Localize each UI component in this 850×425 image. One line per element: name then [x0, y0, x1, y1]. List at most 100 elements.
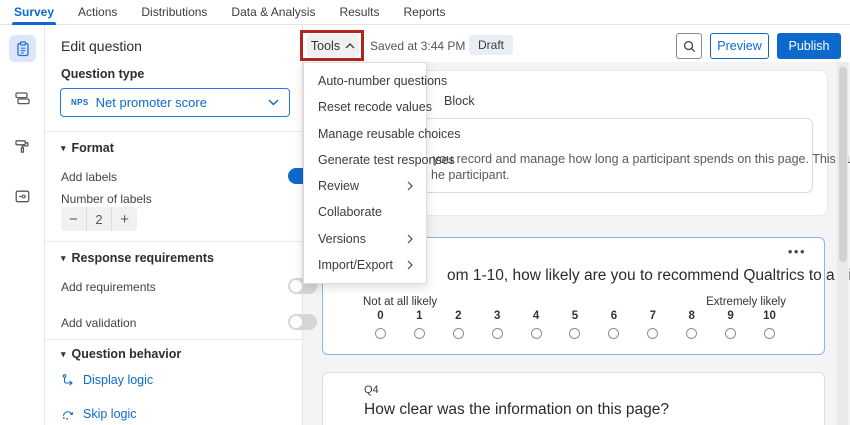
section-caret-icon: ▾: [61, 143, 66, 154]
tools-button[interactable]: Tools: [307, 34, 359, 57]
add-requirements-label: Add requirements: [61, 280, 156, 294]
menu-item-label: Review: [318, 179, 359, 193]
nav-item-reports[interactable]: Reports: [391, 0, 457, 25]
section-divider: [45, 339, 303, 340]
nps-scale-number: 9: [727, 310, 733, 322]
timing-description-line1: you record and manage how long a partici…: [433, 152, 850, 166]
paint-roller-icon: [14, 138, 31, 155]
nps-scale-option-8[interactable]: 8: [672, 310, 711, 339]
nps-radio-button[interactable]: [414, 328, 425, 339]
survey-builder-icon[interactable]: [9, 35, 36, 62]
nps-scale-option-7[interactable]: 7: [633, 310, 672, 339]
publish-button[interactable]: Publish: [777, 33, 841, 59]
nps-radio-button[interactable]: [453, 328, 464, 339]
clipboard-icon: [15, 41, 31, 57]
save-status-text: Saved at 3:44 PM: [370, 39, 465, 53]
nav-item-survey[interactable]: Survey: [2, 0, 66, 25]
editor-toolbar: Tools Saved at 3:44 PM Draft Preview Pub…: [303, 25, 850, 62]
display-logic-label: Display logic: [83, 373, 153, 387]
stepper-value: 2: [86, 207, 112, 231]
nps-scale-number: 6: [611, 310, 617, 322]
stepper-increment-button[interactable]: +: [111, 207, 137, 231]
number-of-labels-label: Number of labels: [61, 192, 152, 206]
add-validation-label: Add validation: [61, 316, 136, 330]
nps-left-anchor-label: Not at all likely: [363, 296, 437, 308]
skip-logic-label: Skip logic: [83, 407, 137, 421]
chevron-down-icon: [268, 99, 279, 106]
nav-item-data-analysis[interactable]: Data & Analysis: [219, 0, 327, 25]
nps-scale-option-0[interactable]: 0: [361, 310, 400, 339]
format-section-title: Format: [72, 141, 114, 155]
question-type-label: Question type: [61, 67, 144, 81]
menu-item-reset-recode-values[interactable]: Reset recode values: [304, 94, 426, 120]
nps-radio-button[interactable]: [686, 328, 697, 339]
nps-scale-number: 10: [763, 310, 776, 322]
nav-item-distributions[interactable]: Distributions: [129, 0, 219, 25]
nps-scale-option-2[interactable]: 2: [439, 310, 478, 339]
response-requirements-section-header[interactable]: ▾ Response requirements: [61, 251, 214, 265]
tools-dropdown-menu: Auto-number questionsReset recode values…: [303, 62, 427, 284]
nps-radio-button[interactable]: [492, 328, 503, 339]
search-button[interactable]: [676, 33, 702, 59]
menu-item-review[interactable]: Review: [304, 173, 426, 199]
block-title[interactable]: Block: [444, 94, 475, 108]
vertical-scrollbar-track[interactable]: [837, 62, 848, 425]
menu-item-label: Import/Export: [318, 258, 393, 272]
question-type-select[interactable]: NPS Net promoter score: [60, 88, 290, 117]
q4-question-text: How clear was the information on this pa…: [364, 401, 669, 419]
number-of-labels-stepper: − 2 +: [61, 207, 137, 231]
menu-item-collaborate[interactable]: Collaborate: [304, 199, 426, 225]
nps-scale-option-5[interactable]: 5: [556, 310, 595, 339]
menu-item-generate-test-responses[interactable]: Generate test responses: [304, 147, 426, 173]
nav-item-results[interactable]: Results: [327, 0, 391, 25]
nps-scale-option-3[interactable]: 3: [478, 310, 517, 339]
draft-status-badge: Draft: [469, 35, 513, 55]
section-caret-icon: ▾: [61, 253, 66, 264]
nps-radio-button[interactable]: [725, 328, 736, 339]
nps-scale-number: 1: [416, 310, 422, 322]
q4-question-card[interactable]: Q4 How clear was the information on this…: [322, 372, 825, 425]
toggle-knob: [290, 280, 302, 292]
preview-button[interactable]: Preview: [710, 33, 769, 59]
question-options-menu-icon[interactable]: •••: [788, 244, 806, 259]
menu-item-label: Auto-number questions: [318, 74, 447, 88]
skip-logic-link[interactable]: Skip logic: [61, 407, 137, 421]
toggle-knob: [290, 316, 302, 328]
menu-item-label: Generate test responses: [318, 153, 455, 167]
nps-scale-option-4[interactable]: 4: [517, 310, 556, 339]
nps-radio-button[interactable]: [608, 328, 619, 339]
add-labels-label: Add labels: [61, 170, 117, 184]
nps-radio-button[interactable]: [375, 328, 386, 339]
look-and-feel-icon[interactable]: [9, 133, 36, 160]
menu-item-label: Collaborate: [318, 205, 382, 219]
skip-logic-icon: [61, 407, 75, 421]
format-section-header[interactable]: ▾ Format: [61, 141, 114, 155]
nps-scale-number: 8: [689, 310, 695, 322]
nps-radio-button[interactable]: [647, 328, 658, 339]
menu-item-manage-reusable-choices[interactable]: Manage reusable choices: [304, 121, 426, 147]
menu-item-import-export[interactable]: Import/Export: [304, 252, 426, 278]
vertical-scrollbar-thumb[interactable]: [839, 67, 847, 262]
nav-item-actions[interactable]: Actions: [66, 0, 129, 25]
menu-item-auto-number-questions[interactable]: Auto-number questions: [304, 68, 426, 94]
menu-item-label: Versions: [318, 232, 366, 246]
flow-blocks-icon: [14, 90, 31, 107]
nps-scale-number: 0: [377, 310, 383, 322]
menu-item-versions[interactable]: Versions: [304, 226, 426, 252]
nps-scale-option-9[interactable]: 9: [711, 310, 750, 339]
stepper-decrement-button[interactable]: −: [61, 207, 86, 231]
nps-radio-button[interactable]: [764, 328, 775, 339]
display-logic-link[interactable]: Display logic: [61, 373, 153, 387]
nps-radio-button[interactable]: [531, 328, 542, 339]
search-icon: [682, 39, 697, 54]
add-validation-toggle[interactable]: [288, 314, 317, 330]
nps-scale-option-1[interactable]: 1: [400, 310, 439, 339]
survey-flow-icon[interactable]: [9, 85, 36, 112]
nps-radio-button[interactable]: [569, 328, 580, 339]
nps-scale-option-6[interactable]: 6: [594, 310, 633, 339]
question-id-label: Q4: [364, 384, 379, 396]
survey-options-icon[interactable]: [9, 183, 36, 210]
question-behavior-section-header[interactable]: ▾ Question behavior: [61, 347, 181, 361]
nps-scale-option-10[interactable]: 10: [750, 310, 789, 339]
tools-button-label: Tools: [311, 39, 340, 53]
